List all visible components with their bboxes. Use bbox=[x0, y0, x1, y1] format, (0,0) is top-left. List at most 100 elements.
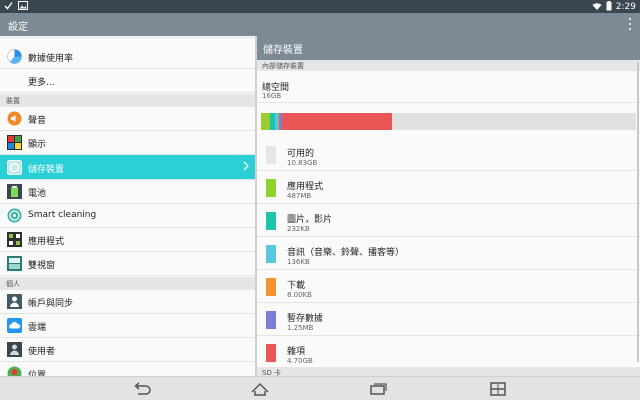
total-space-value: 16GB bbox=[262, 92, 282, 100]
list-item-label: Smart cleaning bbox=[28, 210, 97, 220]
list-item-data-usage[interactable]: 數據使用率 bbox=[0, 45, 255, 69]
app-bar: 設定 bbox=[0, 13, 640, 36]
back-button[interactable] bbox=[132, 381, 152, 397]
data-usage-icon bbox=[7, 49, 22, 64]
list-item-more[interactable]: 更多... bbox=[0, 69, 255, 93]
list-item-label: 應用程式 bbox=[28, 237, 65, 247]
list-item-smart-cleaning[interactable]: Smart cleaning bbox=[0, 204, 255, 228]
partial-icon bbox=[7, 36, 22, 39]
clock: 2:29 bbox=[615, 2, 636, 12]
scrollbar[interactable] bbox=[637, 62, 639, 362]
storage-item-size: 136KB bbox=[287, 258, 310, 266]
storage-item-size: 1.25MB bbox=[287, 324, 314, 332]
storage-item-audio[interactable]: 音訊（音樂、鈴聲、播客等） 136KB bbox=[257, 237, 640, 270]
list-item-label: 位置 bbox=[28, 371, 47, 376]
storage-icon bbox=[7, 160, 22, 175]
storage-item-size: 10.83GB bbox=[287, 159, 318, 167]
storage-item-name: 雜項 bbox=[287, 347, 306, 357]
usage-bar-segment bbox=[392, 113, 636, 130]
total-space-row: 總空間 16GB bbox=[257, 71, 640, 103]
sound-icon bbox=[7, 111, 22, 126]
list-item-label: 電池 bbox=[28, 189, 47, 199]
section-header-internal: 內部儲存裝置 bbox=[257, 60, 640, 71]
check-icon bbox=[4, 1, 13, 13]
storage-item-available[interactable]: 可用的 10.83GB bbox=[257, 138, 640, 171]
section-header-personal: 個人 bbox=[0, 277, 255, 290]
list-item-label: 更多... bbox=[28, 78, 55, 88]
location-icon bbox=[7, 366, 22, 376]
color-swatch bbox=[266, 344, 276, 362]
status-bar: 2:29 bbox=[0, 0, 640, 13]
storage-panel-header: 儲存裝置 bbox=[257, 36, 640, 60]
list-item-label: 顯示 bbox=[28, 140, 47, 150]
list-item-partial[interactable] bbox=[0, 36, 255, 38]
list-item-location[interactable]: 位置 bbox=[0, 362, 255, 376]
home-button[interactable] bbox=[250, 381, 270, 397]
section-header-label: 裝置 bbox=[6, 97, 20, 105]
notification-icons bbox=[4, 1, 28, 13]
color-swatch bbox=[266, 212, 276, 230]
storage-item-size: 232KB bbox=[287, 225, 310, 233]
list-item-sound[interactable]: 聲音 bbox=[0, 107, 255, 131]
list-item-display[interactable]: 顯示 bbox=[0, 131, 255, 155]
color-swatch bbox=[266, 245, 276, 263]
storage-item-pictures-videos[interactable]: 圖片，影片 232KB bbox=[257, 204, 640, 237]
storage-item-downloads[interactable]: 下載 8.00KB bbox=[257, 270, 640, 303]
storage-item-cached-data[interactable]: 暫存數據 1.25MB bbox=[257, 303, 640, 336]
list-item-label: 雲端 bbox=[28, 323, 47, 333]
settings-list[interactable]: 數據使用率 更多... 裝置 聲音 顯示 儲存裝置 電池 Smart clean… bbox=[0, 36, 255, 376]
storage-item-apps[interactable]: 應用程式 487MB bbox=[257, 171, 640, 204]
list-item-cloud[interactable]: 雲端 bbox=[0, 314, 255, 338]
image-icon bbox=[18, 1, 28, 13]
list-item-label: 帳戶與同步 bbox=[28, 299, 74, 309]
color-swatch bbox=[266, 278, 276, 296]
storage-usage-bar bbox=[261, 113, 636, 130]
battery-icon bbox=[7, 184, 22, 199]
chevron-right-icon bbox=[243, 161, 249, 174]
storage-item-misc[interactable]: 雜項 4.70GB bbox=[257, 336, 640, 369]
list-item-label: 使用者 bbox=[28, 347, 56, 357]
users-icon bbox=[7, 342, 22, 357]
list-item-label: 聲音 bbox=[28, 116, 47, 126]
list-item-apps[interactable]: 應用程式 bbox=[0, 228, 255, 252]
list-item-dual-window[interactable]: 雙視窗 bbox=[0, 252, 255, 276]
storage-item-size: 487MB bbox=[287, 192, 312, 200]
wifi-icon bbox=[592, 2, 602, 14]
storage-item-name: 音訊（音樂、鈴聲、播客等） bbox=[287, 248, 405, 258]
storage-panel-title: 儲存裝置 bbox=[263, 45, 303, 56]
cloud-icon bbox=[7, 318, 22, 333]
color-swatch bbox=[266, 179, 276, 197]
list-item-battery[interactable]: 電池 bbox=[0, 180, 255, 204]
recent-apps-button[interactable] bbox=[368, 381, 388, 397]
list-item-accounts-sync[interactable]: 帳戶與同步 bbox=[0, 290, 255, 314]
section-header-label: SD 卡 bbox=[262, 369, 282, 376]
list-item-users[interactable]: 使用者 bbox=[0, 338, 255, 362]
color-swatch bbox=[266, 146, 276, 164]
list-item-label: 儲存裝置 bbox=[28, 165, 65, 175]
storage-item-name: 應用程式 bbox=[287, 182, 324, 192]
storage-item-size: 8.00KB bbox=[287, 291, 312, 299]
storage-item-name: 暫存數據 bbox=[287, 314, 324, 324]
display-icon bbox=[7, 135, 22, 150]
app-title: 設定 bbox=[8, 22, 28, 33]
section-header-device: 裝置 bbox=[0, 94, 255, 107]
storage-item-name: 下載 bbox=[287, 281, 306, 291]
smart-cleaning-icon bbox=[7, 208, 22, 223]
list-item-label: 數據使用率 bbox=[28, 54, 74, 64]
storage-item-name: 可用的 bbox=[287, 149, 315, 159]
storage-item-size: 4.70GB bbox=[287, 357, 313, 365]
navigation-bar bbox=[0, 376, 640, 400]
section-header-sd-card: SD 卡 bbox=[257, 367, 640, 376]
usage-bar-segment bbox=[261, 113, 271, 130]
storage-panel[interactable]: 儲存裝置 內部儲存裝置 總空間 16GB 可用的 10.83GB 應用程式 48… bbox=[257, 36, 640, 376]
overflow-menu-icon[interactable] bbox=[628, 18, 632, 30]
apps-icon bbox=[7, 232, 22, 247]
list-item-storage[interactable]: 儲存裝置 bbox=[0, 155, 255, 180]
list-item-label: 雙視窗 bbox=[28, 261, 56, 271]
dual-window-button[interactable] bbox=[488, 381, 508, 397]
accounts-sync-icon bbox=[7, 294, 22, 309]
storage-item-name: 圖片，影片 bbox=[287, 215, 333, 225]
usage-bar-segment bbox=[282, 113, 393, 130]
dual-window-icon bbox=[7, 256, 22, 271]
section-header-label: 內部儲存裝置 bbox=[262, 62, 304, 70]
